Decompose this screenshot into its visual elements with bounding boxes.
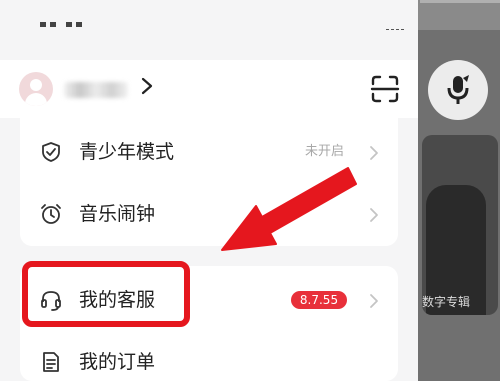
avatar[interactable] [19,72,53,106]
chevron-right-icon [370,294,378,308]
background-top-bar [418,0,500,30]
profile-header[interactable] [0,60,418,118]
status-bar-signal [386,22,408,30]
order-list-icon [43,352,59,372]
chevron-right-icon [370,146,378,160]
username[interactable] [64,82,128,98]
menu-card-settings: 青少年模式 未开启 音乐闹钟 [20,118,398,246]
voice-search-button[interactable] [428,60,488,120]
shield-check-icon [42,142,60,162]
status-bar-time [40,22,90,30]
menu-item-label: 我的订单 [79,351,156,373]
menu-item-label: 音乐闹钟 [79,203,156,225]
teen-mode-status: 未开启 [305,144,345,159]
menu-item-label: 青少年模式 [79,141,175,163]
version-badge: 8.7.55 [291,291,347,309]
annotation-highlight-box [22,261,190,327]
chevron-right-icon [370,208,378,222]
microphone-icon [447,75,469,104]
menu-item-teen-mode[interactable]: 青少年模式 未开启 [20,122,398,182]
background-app-panel[interactable]: 数字专辑 [418,0,500,381]
background-top-edge [420,0,500,3]
chevron-right-icon[interactable] [140,76,154,96]
alarm-clock-icon [41,204,61,224]
album-card[interactable]: 数字专辑 [422,135,498,315]
app-screen: 数字专辑 青少年模式 未开启 音乐闹钟 我的客服 8.7.55 我的订单 [0,0,500,381]
scan-icon[interactable] [370,74,400,104]
menu-item-my-orders[interactable]: 我的订单 [20,332,398,381]
album-card-caption: 数字专辑 [422,295,471,309]
menu-item-music-alarm[interactable]: 音乐闹钟 [20,184,398,244]
